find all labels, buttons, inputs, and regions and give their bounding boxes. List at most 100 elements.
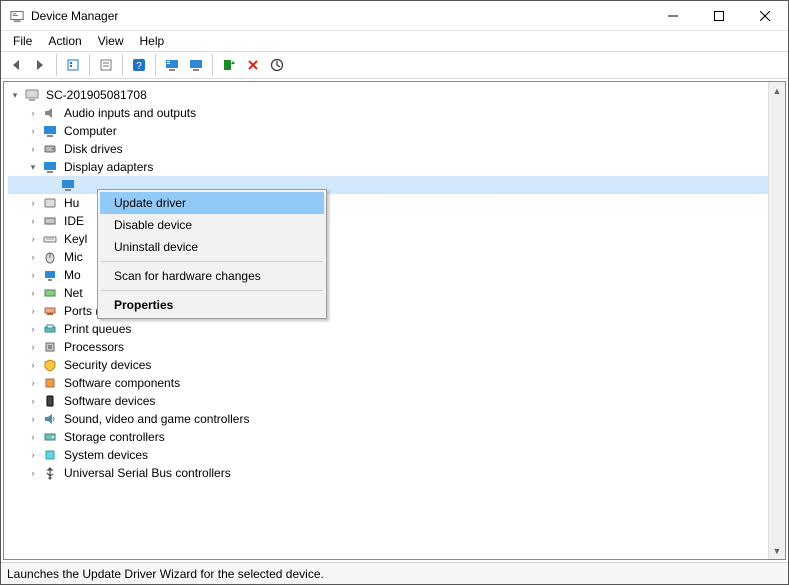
- storage-icon: [42, 429, 58, 445]
- printer-icon: [42, 321, 58, 337]
- help-button[interactable]: ?: [128, 54, 150, 76]
- disk-icon: [42, 141, 58, 157]
- tree-node[interactable]: › Processors: [8, 338, 785, 356]
- toolbar-separator: [155, 54, 156, 76]
- scan-hardware-button[interactable]: [218, 54, 240, 76]
- tree-node[interactable]: › Software components: [8, 374, 785, 392]
- menubar: File Action View Help: [1, 31, 788, 51]
- vertical-scrollbar[interactable]: ▲ ▼: [768, 82, 785, 559]
- forward-button[interactable]: [29, 54, 51, 76]
- ctx-scan-hardware[interactable]: Scan for hardware changes: [100, 265, 324, 287]
- tree-node[interactable]: › Security devices: [8, 356, 785, 374]
- tree-node-label: Security devices: [62, 356, 153, 374]
- tree-node[interactable]: › Computer: [8, 122, 785, 140]
- network-icon: [42, 285, 58, 301]
- device-icon: [42, 393, 58, 409]
- menu-label: File: [13, 34, 32, 48]
- chevron-right-icon[interactable]: ›: [26, 286, 40, 300]
- scroll-down-icon[interactable]: ▼: [769, 542, 785, 559]
- titlebar: Device Manager: [1, 1, 788, 31]
- menu-action[interactable]: Action: [40, 33, 89, 49]
- menu-view[interactable]: View: [90, 33, 132, 49]
- chevron-right-icon[interactable]: ›: [26, 106, 40, 120]
- tree-node-display-adapters[interactable]: ▾ Display adapters: [8, 158, 785, 176]
- tree-node-label: Storage controllers: [62, 428, 167, 446]
- svg-text:?: ?: [136, 61, 142, 72]
- chevron-right-icon[interactable]: ›: [26, 250, 40, 264]
- devices-by-type-button[interactable]: [161, 54, 183, 76]
- chevron-right-icon[interactable]: ›: [26, 412, 40, 426]
- ctx-item-label: Disable device: [114, 218, 192, 232]
- sound-icon: [42, 411, 58, 427]
- close-button[interactable]: [742, 1, 788, 31]
- menu-label: View: [98, 34, 124, 48]
- scroll-up-icon[interactable]: ▲: [769, 82, 785, 99]
- monitor-blue-icon: [42, 159, 58, 175]
- chevron-right-icon[interactable]: ›: [26, 268, 40, 282]
- context-menu: Update driver Disable device Uninstall d…: [97, 189, 327, 319]
- tree-node[interactable]: › Audio inputs and outputs: [8, 104, 785, 122]
- ctx-properties[interactable]: Properties: [100, 294, 324, 316]
- tree-node[interactable]: › Print queues: [8, 320, 785, 338]
- devices-by-connection-button[interactable]: [185, 54, 207, 76]
- device-manager-window: Device Manager File Action View Help ?: [0, 0, 789, 585]
- ctx-uninstall-device[interactable]: Uninstall device: [100, 236, 324, 258]
- keyboard-icon: [42, 231, 58, 247]
- ctx-disable-device[interactable]: Disable device: [100, 214, 324, 236]
- tree-node-label: System devices: [62, 446, 150, 464]
- tree-root[interactable]: ▾ SC-201905081708: [8, 86, 785, 104]
- tree-node[interactable]: › Storage controllers: [8, 428, 785, 446]
- chevron-right-icon[interactable]: ›: [26, 430, 40, 444]
- monitor-blue-icon: [42, 123, 58, 139]
- ctx-item-label: Update driver: [114, 196, 186, 210]
- chevron-right-icon[interactable]: ›: [26, 142, 40, 156]
- chevron-right-icon[interactable]: ›: [26, 214, 40, 228]
- menu-help[interactable]: Help: [132, 33, 173, 49]
- tree-node-label: Audio inputs and outputs: [62, 104, 198, 122]
- window-title: Device Manager: [31, 9, 650, 23]
- ctx-separator: [101, 261, 323, 262]
- ctx-update-driver[interactable]: Update driver: [100, 192, 324, 214]
- tree-node-label: Universal Serial Bus controllers: [62, 464, 233, 482]
- tree-node[interactable]: › Sound, video and game controllers: [8, 410, 785, 428]
- chevron-right-icon[interactable]: ›: [26, 196, 40, 210]
- tree-root-label: SC-201905081708: [44, 86, 149, 104]
- tree-node-label: Hu: [62, 194, 81, 212]
- chevron-right-icon[interactable]: ›: [26, 232, 40, 246]
- chevron-right-icon[interactable]: ›: [26, 448, 40, 462]
- tree-node[interactable]: › Disk drives: [8, 140, 785, 158]
- port-icon: [42, 303, 58, 319]
- chevron-right-icon[interactable]: ›: [26, 322, 40, 336]
- tree-node-label: IDE: [62, 212, 86, 230]
- toolbar-separator: [89, 54, 90, 76]
- minimize-button[interactable]: [650, 1, 696, 31]
- tree-node[interactable]: › Software devices: [8, 392, 785, 410]
- menu-file[interactable]: File: [5, 33, 40, 49]
- shield-icon: [42, 357, 58, 373]
- maximize-button[interactable]: [696, 1, 742, 31]
- usb-icon: [42, 465, 58, 481]
- tree-node[interactable]: › Universal Serial Bus controllers: [8, 464, 785, 482]
- chevron-right-icon[interactable]: ›: [26, 304, 40, 318]
- chevron-down-icon[interactable]: ▾: [8, 88, 22, 102]
- show-hidden-button[interactable]: [62, 54, 84, 76]
- tree-node[interactable]: › System devices: [8, 446, 785, 464]
- properties-button[interactable]: [95, 54, 117, 76]
- status-text: Launches the Update Driver Wizard for th…: [7, 567, 324, 581]
- chevron-right-icon[interactable]: ›: [26, 358, 40, 372]
- tree-node-label: Sound, video and game controllers: [62, 410, 251, 428]
- ctx-item-label: Scan for hardware changes: [114, 269, 261, 283]
- uninstall-button[interactable]: [242, 54, 264, 76]
- chevron-right-icon[interactable]: ›: [26, 466, 40, 480]
- monitor-small-icon: [42, 267, 58, 283]
- chevron-right-icon[interactable]: ›: [26, 124, 40, 138]
- chevron-right-icon[interactable]: ›: [26, 376, 40, 390]
- ctx-item-label: Properties: [114, 298, 173, 312]
- back-button[interactable]: [5, 54, 27, 76]
- chevron-right-icon[interactable]: ›: [26, 394, 40, 408]
- tree-node-label: Mic: [62, 248, 85, 266]
- window-controls: [650, 1, 788, 31]
- chevron-right-icon[interactable]: ›: [26, 340, 40, 354]
- chevron-down-icon[interactable]: ▾: [26, 160, 40, 174]
- enable-button[interactable]: [266, 54, 288, 76]
